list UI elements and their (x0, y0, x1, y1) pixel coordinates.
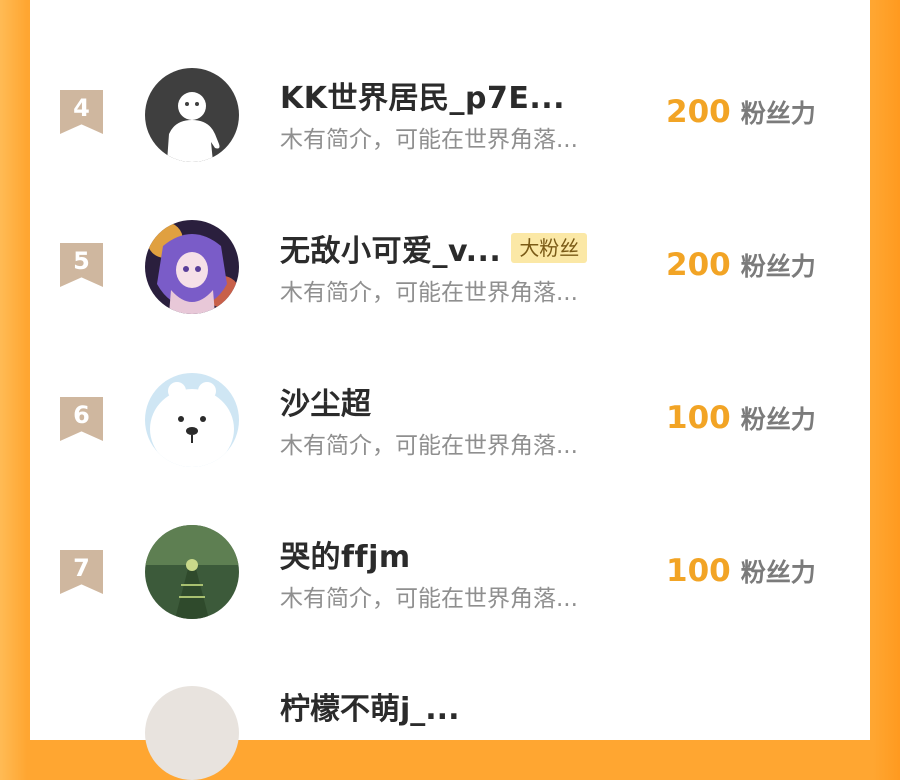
ranking-row-partial[interactable]: 柠檬不萌j_... (0, 676, 900, 780)
score-value: 100 (666, 553, 731, 589)
user-bio: 木有简介，可能在世界角落... (280, 280, 578, 306)
user-avatar[interactable] (145, 68, 239, 162)
score-unit: 粉丝力 (740, 405, 816, 434)
user-name[interactable]: KK世界居民_p7E... (280, 73, 565, 117)
user-name-line: 沙尘超 (280, 379, 372, 423)
rank-badge: 4 (60, 90, 103, 134)
user-name[interactable]: 无敌小可爱_v... (280, 226, 501, 270)
score-unit: 粉丝力 (740, 558, 816, 587)
user-bio: 木有简介，可能在世界角落... (280, 433, 578, 459)
fan-power-score: 200 粉丝力 (666, 94, 816, 130)
user-avatar[interactable] (145, 220, 239, 314)
default-user-icon (145, 68, 239, 162)
user-name-line: 无敌小可爱_v... 大粉丝 (280, 226, 588, 270)
rank-badge: 7 (60, 550, 103, 594)
user-name[interactable]: 沙尘超 (280, 379, 372, 423)
fan-power-score: 200 粉丝力 (666, 247, 816, 283)
user-bio: 木有简介，可能在世界角落... (280, 127, 578, 153)
game-scene-avatar (145, 525, 239, 619)
user-name[interactable]: 柠檬不萌j_... (280, 684, 459, 728)
user-bio: 木有简介，可能在世界角落... (280, 586, 578, 612)
score-unit: 粉丝力 (740, 252, 816, 281)
rank-badge: 5 (60, 243, 103, 287)
fan-power-score: 100 粉丝力 (666, 553, 816, 589)
score-unit: 粉丝力 (740, 99, 816, 128)
ranking-row[interactable]: 5 无敌小可爱_v... 大粉丝 木有简介，可能在世界角落... 200 粉丝力 (0, 211, 900, 331)
user-name-line: KK世界居民_p7E... (280, 73, 565, 117)
ranking-row[interactable]: 4 KK世界居民_p7E... 木有简介，可能在世界角落... 200 粉丝力 (0, 58, 900, 178)
fan-level-badge: 大粉丝 (511, 233, 588, 263)
user-name[interactable]: 哭的ffjm (280, 532, 411, 576)
fan-power-score: 100 粉丝力 (666, 400, 816, 436)
user-avatar[interactable] (145, 373, 239, 467)
polar-bear-avatar (145, 373, 239, 467)
user-avatar[interactable] (145, 525, 239, 619)
score-value: 200 (666, 247, 731, 283)
ranking-row[interactable]: 6 沙尘超 木有简介，可能在世界角落... 100 粉丝力 (0, 364, 900, 484)
anime-girl-avatar (145, 220, 239, 314)
score-value: 200 (666, 94, 731, 130)
ranking-row[interactable]: 7 哭的ffjm 木有简介，可能在世界角落... 100 粉丝力 (0, 517, 900, 637)
user-name-line: 哭的ffjm (280, 532, 411, 576)
score-value: 100 (666, 400, 731, 436)
rank-badge: 6 (60, 397, 103, 441)
user-avatar[interactable] (145, 686, 239, 780)
